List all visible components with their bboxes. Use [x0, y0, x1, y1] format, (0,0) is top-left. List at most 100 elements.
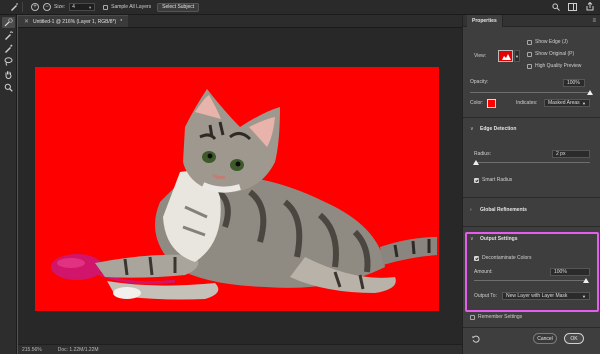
radius-label: Radius: — [474, 151, 491, 157]
output-settings-header[interactable]: ∨ Output Settings — [470, 236, 518, 242]
panel-menu-icon[interactable]: ≡ — [592, 18, 596, 24]
kitten-image — [51, 89, 437, 300]
close-icon[interactable]: ✕ — [24, 18, 29, 25]
doc-info[interactable]: Doc: 1.22M/1.22M — [58, 347, 99, 353]
chevron-down-icon[interactable]: ▼ — [514, 50, 520, 62]
reset-icon[interactable] — [471, 334, 480, 343]
divider — [463, 197, 600, 198]
global-refinements-header[interactable]: › Global Refinements — [470, 207, 527, 213]
brush-tool[interactable] — [2, 43, 15, 54]
remember-settings-checkbox[interactable]: Remember Settings — [470, 314, 522, 320]
subtract-from-selection-icon[interactable]: − — [43, 3, 51, 11]
document-tab[interactable]: ✕ Untitled-1 @ 216% (Layer 1, RGB/8*) * — [18, 15, 129, 27]
show-original-label: Show Original (P) — [535, 51, 575, 57]
show-edge-checkbox[interactable]: Show Edge (J) — [527, 39, 568, 45]
refine-edge-brush-icon — [5, 31, 13, 40]
global-refinements-title: Global Refinements — [480, 207, 527, 213]
edge-detection-header[interactable]: ∨ Edge Detection — [470, 126, 516, 132]
size-input[interactable]: 4 ▼ — [69, 3, 96, 11]
workspace-icon[interactable] — [568, 2, 577, 11]
sample-all-layers-checkbox[interactable]: Sample All Layers — [103, 4, 151, 10]
ok-button[interactable]: OK — [564, 333, 584, 344]
checkbox-icon[interactable] — [474, 177, 479, 183]
size-label: Size: — [54, 4, 66, 10]
properties-panel: Properties ≡ View: ▼ Show Edge (J) Show … — [462, 14, 600, 354]
chevron-down-icon: ∨ — [470, 236, 474, 242]
panel-title[interactable]: Properties — [467, 14, 503, 27]
opacity-slider-track[interactable] — [470, 92, 590, 93]
chevron-down-icon: ▼ — [582, 293, 586, 299]
chevron-down-icon: ▼ — [582, 100, 586, 106]
add-to-selection-icon[interactable]: + — [31, 3, 39, 11]
modified-indicator: * — [120, 18, 123, 25]
high-quality-preview-checkbox[interactable]: High Quality Preview — [527, 63, 581, 69]
radius-slider-track[interactable] — [474, 162, 590, 163]
divider — [22, 2, 23, 12]
indicates-dropdown[interactable]: Masked Areas ▼ — [544, 99, 590, 107]
panel-header: Properties ≡ — [463, 14, 600, 27]
canvas-area[interactable] — [18, 29, 462, 354]
chevron-right-icon: › — [470, 207, 472, 213]
hand-icon — [5, 71, 12, 79]
brush-icon — [5, 44, 13, 53]
view-mode-thumbnail[interactable] — [498, 50, 513, 62]
opacity-field[interactable]: 100% — [563, 79, 585, 87]
show-edge-label: Show Edge (J) — [535, 39, 568, 45]
view-mode-preview-icon — [502, 54, 511, 60]
decontaminate-colors-checkbox[interactable]: Decontaminate Colors — [474, 255, 531, 261]
options-bar: + − Size: 4 ▼ Sample All Layers Select S… — [0, 0, 600, 15]
quick-selection-icon — [4, 18, 13, 27]
output-settings-title: Output Settings — [480, 236, 518, 242]
size-value: 4 — [72, 4, 75, 10]
checkbox-icon[interactable] — [470, 314, 475, 320]
radius-field[interactable]: 2 px — [552, 150, 590, 158]
quick-selection-tool[interactable] — [2, 17, 15, 28]
chevron-down-icon: ▼ — [88, 4, 93, 10]
amount-field[interactable]: 100% — [550, 268, 590, 276]
sample-all-layers-label: Sample All Layers — [111, 4, 152, 10]
search-icon[interactable] — [551, 2, 560, 11]
show-original-checkbox[interactable]: Show Original (P) — [527, 51, 574, 57]
checkbox-icon[interactable] — [103, 4, 109, 10]
amount-label: Amount: — [474, 269, 493, 275]
lasso-tool[interactable] — [2, 56, 15, 67]
amount-slider-thumb[interactable] — [583, 278, 589, 283]
checkbox-icon[interactable] — [474, 255, 479, 261]
refine-edge-brush-tool[interactable] — [2, 30, 15, 41]
checkbox-icon[interactable] — [527, 51, 532, 57]
cancel-button[interactable]: Cancel — [533, 333, 557, 344]
divider — [463, 226, 600, 227]
high-quality-preview-label: High Quality Preview — [535, 63, 582, 69]
lasso-icon — [4, 57, 13, 66]
opacity-slider-thumb[interactable] — [587, 90, 593, 95]
opacity-label: Opacity: — [470, 79, 489, 85]
status-bar: 215.56% Doc: 1.22M/1.22M — [18, 344, 462, 354]
tab-bar: ✕ Untitled-1 @ 216% (Layer 1, RGB/8*) * — [18, 15, 462, 28]
smart-radius-checkbox[interactable]: Smart Radius — [474, 177, 512, 183]
checkbox-icon[interactable] — [527, 39, 532, 45]
indicates-value: Masked Areas — [548, 100, 580, 106]
divider — [463, 117, 600, 118]
checkbox-icon[interactable] — [527, 63, 532, 69]
brush-icon[interactable] — [10, 3, 18, 11]
remember-settings-label: Remember Settings — [478, 314, 523, 320]
edge-detection-title: Edge Detection — [480, 126, 517, 132]
document-window: ✕ Untitled-1 @ 216% (Layer 1, RGB/8*) * — [18, 15, 462, 354]
amount-slider-track[interactable] — [474, 280, 586, 281]
radius-slider-thumb[interactable] — [473, 160, 480, 165]
top-right-icons — [551, 2, 594, 11]
output-to-dropdown[interactable]: New Layer with Layer Mask ▼ — [502, 292, 590, 300]
select-subject-button[interactable]: Select Subject — [157, 2, 200, 12]
output-to-value: New Layer with Layer Mask — [506, 293, 568, 299]
document-tab-title: Untitled-1 @ 216% (Layer 1, RGB/8*) — [33, 18, 117, 25]
zoom-tool[interactable] — [2, 82, 15, 93]
smart-radius-label: Smart Radius — [482, 177, 513, 183]
chevron-down-icon: ∨ — [470, 126, 474, 132]
overlay-color-swatch[interactable] — [487, 99, 496, 108]
share-icon[interactable] — [585, 2, 594, 11]
output-to-label: Output To: — [474, 293, 497, 299]
zoom-level[interactable]: 215.56% — [22, 347, 42, 353]
divider — [463, 327, 600, 328]
image-canvas[interactable] — [35, 67, 439, 311]
hand-tool[interactable] — [2, 69, 15, 80]
